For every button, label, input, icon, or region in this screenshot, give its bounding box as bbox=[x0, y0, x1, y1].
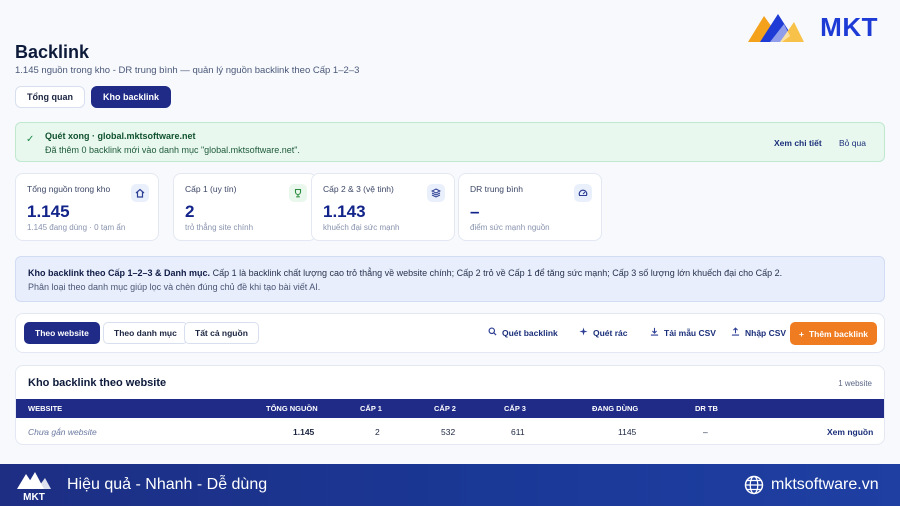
scan-spam-button[interactable]: Quét rác bbox=[579, 327, 628, 338]
column-header: CẤP 2 bbox=[434, 404, 456, 413]
stat-card-level23: Cấp 2 & 3 (vệ tinh) 1.143 khuếch đại sức… bbox=[311, 173, 455, 241]
info-heading: Kho backlink theo Cấp 1–2–3 & Danh mục. bbox=[28, 268, 211, 278]
download-csv-template-button[interactable]: Tải mẫu CSV bbox=[650, 327, 716, 338]
cell-level3: 611 bbox=[511, 427, 525, 437]
view-sources-link[interactable]: Xem nguồn bbox=[827, 427, 873, 437]
stat-sub: trỏ thẳng site chính bbox=[185, 223, 254, 232]
upload-icon bbox=[731, 327, 740, 338]
banner-description: Đã thêm 0 backlink mới vào danh mục "glo… bbox=[45, 145, 300, 155]
stat-value: 2 bbox=[185, 202, 195, 221]
check-icon: ✓ bbox=[26, 134, 35, 145]
info-line2: Phân loại theo danh mục giúp lọc và chèn… bbox=[28, 282, 321, 292]
stat-value: 1.143 bbox=[323, 202, 366, 221]
stat-sub: 1.145 đang dùng · 0 tạm ẩn bbox=[27, 223, 126, 232]
stat-value: – bbox=[470, 202, 480, 221]
search-icon bbox=[488, 327, 497, 338]
dismiss-button[interactable]: Bỏ qua bbox=[839, 138, 866, 148]
table-title: Kho backlink theo website bbox=[28, 377, 167, 389]
column-header: CẤP 3 bbox=[504, 404, 526, 413]
tab-overview[interactable]: Tổng quan bbox=[15, 86, 85, 108]
footer-logo: MKT bbox=[14, 468, 54, 503]
stat-label: DR trung bình bbox=[470, 184, 523, 194]
stat-card-dr: DR trung bình – điểm sức mạnh nguồn bbox=[458, 173, 602, 241]
info-line1: Cấp 1 là backlink chất lượng cao trỏ thẳ… bbox=[210, 268, 783, 278]
stat-value: 1.145 bbox=[27, 202, 70, 221]
cell-level1: 2 bbox=[375, 427, 380, 437]
backlink-page: MKT Backlink 1.145 nguồn trong kho - DR … bbox=[0, 0, 900, 464]
column-header: CẤP 1 bbox=[360, 404, 382, 413]
brand-name: MKT bbox=[820, 11, 878, 42]
view-by-category[interactable]: Theo danh mục bbox=[103, 322, 188, 344]
layers-icon bbox=[427, 184, 445, 202]
add-backlink-button[interactable]: + Thêm backlink bbox=[789, 322, 877, 345]
stat-sub: khuếch đại sức mạnh bbox=[323, 223, 400, 232]
website-table-card: Kho backlink theo website 1 website WEBS… bbox=[15, 365, 885, 445]
view-details-button[interactable]: Xem chi tiết bbox=[774, 138, 822, 148]
stat-label: Tổng nguồn trong kho bbox=[27, 184, 111, 194]
view-by-website[interactable]: Theo website bbox=[24, 322, 100, 344]
page-subtitle: 1.145 nguồn trong kho - DR trung bình — … bbox=[15, 65, 360, 76]
stat-sub: điểm sức mạnh nguồn bbox=[470, 223, 550, 232]
brand-logo: MKT bbox=[746, 10, 878, 44]
banner-title: Quét xong · global.mktsoftware.net bbox=[45, 131, 196, 141]
page-tabs: Tổng quan Kho backlink bbox=[15, 86, 172, 108]
view-all-sources[interactable]: Tất cả nguồn bbox=[184, 322, 259, 344]
stat-label: Cấp 2 & 3 (vệ tinh) bbox=[323, 184, 394, 194]
download-icon bbox=[650, 327, 659, 338]
cell-dr: – bbox=[703, 427, 708, 437]
footer-logo-text: MKT bbox=[23, 492, 45, 502]
cell-total: 1.145 bbox=[293, 427, 315, 437]
trophy-icon bbox=[289, 184, 307, 202]
import-csv-button[interactable]: Nhập CSV bbox=[731, 327, 786, 338]
footer-website[interactable]: mktsoftware.vn bbox=[771, 476, 879, 494]
stat-card-level1: Cấp 1 (uy tín) 2 trỏ thẳng site chính bbox=[173, 173, 317, 241]
column-header: WEBSITE bbox=[28, 404, 63, 413]
page-title: Backlink bbox=[15, 42, 90, 62]
column-header: ĐANG DÙNG bbox=[592, 404, 639, 413]
tab-backlink-store[interactable]: Kho backlink bbox=[91, 86, 172, 108]
stat-label: Cấp 1 (uy tín) bbox=[185, 184, 237, 194]
brand-mark-icon bbox=[748, 14, 805, 42]
gauge-icon bbox=[574, 184, 592, 202]
footer-banner: MKT Hiệu quả - Nhanh - Dễ dùng mktsoftwa… bbox=[0, 464, 900, 506]
column-header: TỔNG NGUỒN bbox=[266, 404, 318, 413]
cell-in-use: 1145 bbox=[618, 427, 637, 437]
table-count: 1 website bbox=[838, 379, 872, 388]
scan-backlink-button[interactable]: Quét backlink bbox=[488, 327, 558, 338]
level-info-box: Kho backlink theo Cấp 1–2–3 & Danh mục. … bbox=[15, 256, 885, 302]
footer-mark-icon: MKT bbox=[17, 472, 51, 503]
column-header: DR TB bbox=[695, 404, 718, 413]
footer-slogan: Hiệu quả - Nhanh - Dễ dùng bbox=[67, 476, 268, 493]
home-icon bbox=[131, 184, 149, 202]
cell-website: Chưa gắn website bbox=[28, 427, 97, 437]
plus-icon: + bbox=[798, 328, 804, 339]
scan-success-banner: ✓ Quét xong · global.mktsoftware.net Đã … bbox=[15, 122, 885, 162]
sparkle-icon bbox=[579, 327, 588, 338]
stat-card-total: Tổng nguồn trong kho 1.145 1.145 đang dù… bbox=[15, 173, 159, 241]
toolbar: Theo website Theo danh mục Tất cả nguồn … bbox=[15, 313, 885, 353]
table-header: WEBSITE TỔNG NGUỒN CẤP 1 CẤP 2 CẤP 3 ĐAN… bbox=[16, 399, 884, 418]
cell-level2: 532 bbox=[441, 427, 456, 437]
globe-icon bbox=[744, 475, 764, 495]
